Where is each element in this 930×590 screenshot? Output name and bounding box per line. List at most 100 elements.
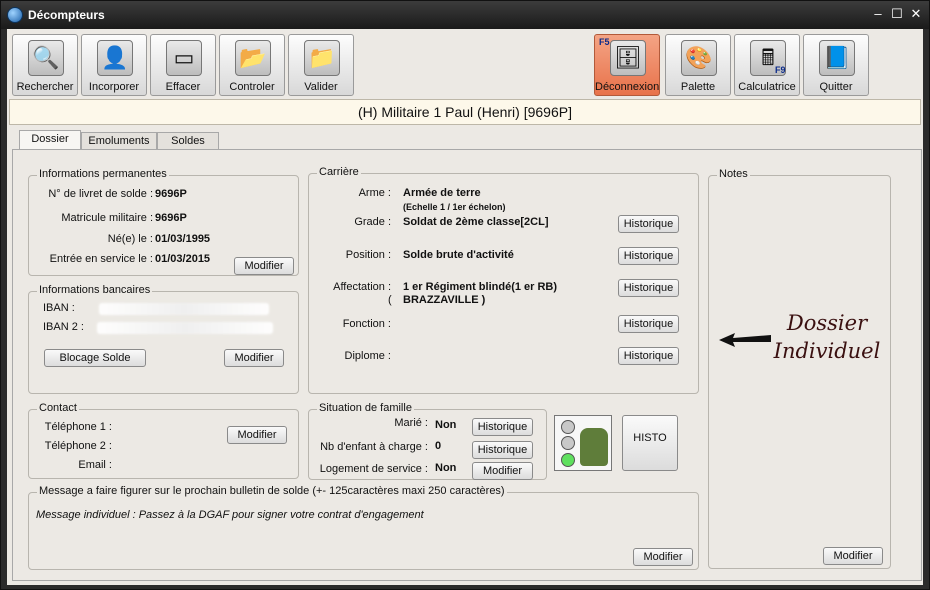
- eraser-icon: ▭: [166, 40, 202, 76]
- client-area: 🔍 Rechercher 👤 Incorporer ▭ Effacer 📂 Co…: [7, 29, 923, 585]
- carriere-title: Carrière: [317, 166, 361, 178]
- status-indicator[interactable]: [554, 415, 612, 471]
- position-historique-button[interactable]: Historique: [618, 247, 679, 265]
- histo-button[interactable]: HISTO: [622, 415, 678, 471]
- dossier-panel: Informations permanentes N° de livret de…: [12, 149, 922, 581]
- affectation-city: BRAZZAVILLE ): [403, 294, 486, 306]
- permanentes-modifier-button[interactable]: Modifier: [234, 257, 294, 275]
- iban1-redacted: [99, 303, 269, 315]
- title-bar[interactable]: Décompteurs – ☐ ✕: [1, 1, 929, 29]
- arrow-left-icon: [719, 333, 771, 347]
- enfants-value: 0: [435, 440, 442, 452]
- rechercher-button[interactable]: 🔍 Rechercher: [12, 34, 78, 96]
- entree-label: Entrée en service le :: [49, 253, 153, 265]
- affectation-paren: (: [388, 294, 392, 306]
- valider-label: Valider: [304, 81, 338, 93]
- logement-label: Logement de service :: [319, 463, 428, 475]
- position-label: Position :: [345, 249, 391, 261]
- incorporer-label: Incorporer: [88, 81, 140, 93]
- fonction-historique-button[interactable]: Historique: [618, 315, 679, 333]
- effacer-button[interactable]: ▭ Effacer: [150, 34, 216, 96]
- enfants-historique-button[interactable]: Historique: [472, 441, 533, 459]
- tab-dossier[interactable]: Dossier: [19, 130, 81, 150]
- palette-label: Palette: [680, 81, 716, 93]
- bancaires-modifier-button[interactable]: Modifier: [224, 349, 284, 367]
- affectation-historique-button[interactable]: Historique: [618, 279, 679, 297]
- enfants-label: Nb d'enfant à charge :: [320, 441, 428, 453]
- person-add-icon: 👤: [97, 40, 133, 76]
- email-label: Email :: [78, 459, 112, 471]
- telephone1-label: Téléphone 1 :: [44, 421, 112, 433]
- status-light-top: [561, 420, 575, 434]
- palette-icon: 🎨: [681, 40, 717, 76]
- position-value: Solde brute d'activité: [403, 249, 514, 261]
- naissance-value: 01/03/1995: [155, 233, 211, 245]
- quitter-label: Quitter: [819, 81, 853, 93]
- echelle-value: (Echelle 1 / 1er échelon): [403, 202, 506, 212]
- grade-historique-button[interactable]: Historique: [618, 215, 679, 233]
- magnifier-icon: 🔍: [28, 40, 64, 76]
- matricule-label: Matricule militaire :: [61, 212, 153, 224]
- contact-title: Contact: [37, 402, 79, 414]
- arme-value: Armée de terre: [403, 187, 481, 199]
- calculatrice-button[interactable]: 🖩 F9 Calculatrice: [734, 34, 800, 96]
- livret-label: N° de livret de solde :: [48, 188, 153, 200]
- incorporer-button[interactable]: 👤 Incorporer: [81, 34, 147, 96]
- contact-group: Contact Téléphone 1 : Téléphone 2 : Emai…: [28, 402, 299, 479]
- tab-soldes[interactable]: Soldes: [157, 132, 219, 150]
- f5-shortcut-label: F5: [599, 37, 610, 47]
- message-text: Message individuel : Passez à la DGAF po…: [36, 509, 424, 521]
- bancaires-group: Informations bancaires IBAN : IBAN 2 : B…: [28, 284, 299, 394]
- affectation-value: 1 er Régiment blindé(1 er RB): [403, 281, 558, 293]
- grade-label: Grade :: [354, 216, 391, 228]
- logement-value: Non: [435, 462, 457, 474]
- marie-value: Non: [435, 419, 457, 431]
- minimize-button[interactable]: –: [869, 6, 887, 22]
- controler-button[interactable]: 📂 Controler: [219, 34, 285, 96]
- disconnect-icon: 🗄: [610, 40, 646, 76]
- valider-button[interactable]: 📁 Valider: [288, 34, 354, 96]
- f9-shortcut-label: F9: [775, 65, 786, 75]
- rechercher-label: Rechercher: [16, 81, 74, 93]
- effacer-label: Effacer: [165, 81, 201, 93]
- toolbar: 🔍 Rechercher 👤 Incorporer ▭ Effacer 📂 Co…: [7, 29, 923, 99]
- bancaires-title: Informations bancaires: [37, 284, 153, 296]
- calculatrice-label: Calculatrice: [738, 81, 796, 93]
- notes-modifier-button[interactable]: Modifier: [823, 547, 883, 565]
- logement-modifier-button[interactable]: Modifier: [472, 462, 533, 480]
- deconnexion-button[interactable]: 🗄 F5 Déconnexion: [594, 34, 660, 96]
- marie-historique-button[interactable]: Historique: [472, 418, 533, 436]
- message-group: Message a faire figurer sur le prochain …: [28, 485, 699, 570]
- affectation-label: Affectation :: [333, 281, 391, 293]
- folder-validate-icon: 📁: [304, 40, 340, 76]
- status-light-middle: [561, 436, 575, 450]
- person-header: (H) Militaire 1 Paul (Henri) [9696P]: [9, 99, 921, 125]
- exit-book-icon: 📘: [819, 40, 855, 76]
- grade-value: Soldat de 2ème classe[2CL]: [403, 216, 549, 228]
- arme-label: Arme :: [358, 187, 391, 199]
- controler-label: Controler: [229, 81, 275, 93]
- quitter-button[interactable]: 📘 Quitter: [803, 34, 869, 96]
- livret-value: 9696P: [155, 188, 187, 200]
- notes-group: Notes Dossier Individuel Modifier: [708, 168, 891, 569]
- status-light-green: [561, 453, 575, 467]
- message-modifier-button[interactable]: Modifier: [633, 548, 693, 566]
- diplome-historique-button[interactable]: Historique: [618, 347, 679, 365]
- matricule-value: 9696P: [155, 212, 187, 224]
- tab-emoluments[interactable]: Emoluments: [81, 132, 157, 150]
- famille-title: Situation de famille: [317, 402, 414, 414]
- contact-modifier-button[interactable]: Modifier: [227, 426, 287, 444]
- palette-button[interactable]: 🎨 Palette: [665, 34, 731, 96]
- blocage-solde-button[interactable]: Blocage Solde: [44, 349, 146, 367]
- maximize-button[interactable]: ☐: [888, 6, 906, 22]
- telephone2-label: Téléphone 2 :: [44, 440, 112, 452]
- famille-group: Situation de famille Marié : Non Histori…: [308, 402, 547, 480]
- permanentes-title: Informations permanentes: [37, 168, 169, 180]
- marie-label: Marié :: [394, 417, 428, 429]
- iban1-label: IBAN :: [43, 302, 75, 314]
- naissance-label: Né(e) le :: [107, 233, 153, 245]
- permanentes-group: Informations permanentes N° de livret de…: [28, 168, 299, 276]
- close-button[interactable]: ✕: [907, 6, 925, 22]
- app-logo-icon: [7, 7, 23, 23]
- app-window: Décompteurs – ☐ ✕ 🔍 Rechercher 👤 Incorpo…: [0, 0, 930, 590]
